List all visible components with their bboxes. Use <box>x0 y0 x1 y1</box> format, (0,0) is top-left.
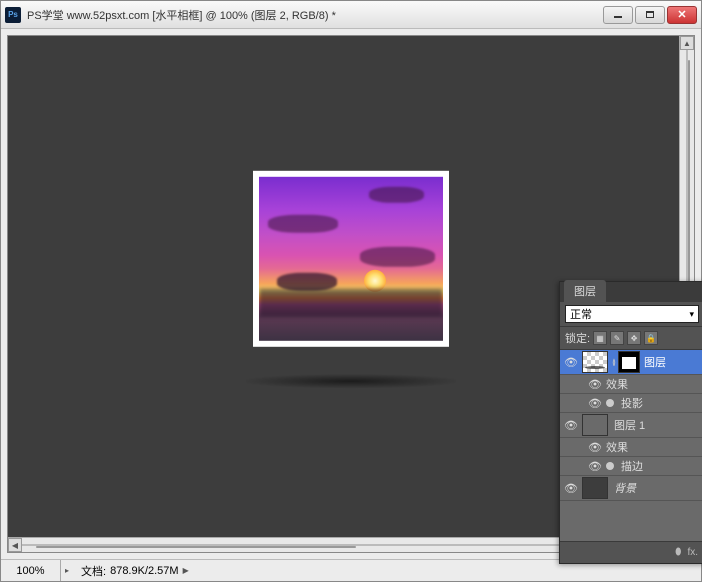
tab-layers[interactable]: 图层 <box>564 280 606 302</box>
layer-mask-thumbnail[interactable] <box>618 351 640 373</box>
layer-thumbnail[interactable] <box>582 414 608 436</box>
layer-list: 👁 ≬ 图层 👁 效果 👁 投影 👁 <box>560 350 702 541</box>
titlebar: Ps PS学堂 www.52psxt.com [水平相框] @ 100% (图层… <box>1 1 701 29</box>
visibility-icon[interactable]: 👁 <box>562 419 580 432</box>
visibility-icon[interactable]: 👁 <box>588 397 602 410</box>
effects-label: 效果 <box>606 376 628 392</box>
layer-thumbnail[interactable] <box>582 351 608 373</box>
visibility-icon[interactable]: 👁 <box>588 378 602 391</box>
layer-row-layer2[interactable]: 👁 ≬ 图层 <box>560 350 702 375</box>
link-icon[interactable]: ≬ <box>610 355 618 369</box>
layers-panel: 图层 正常 ▾ 锁定: ▦ ✎ ✥ 🔒 👁 ≬ <box>559 281 702 564</box>
cloud <box>360 247 435 267</box>
cloud <box>268 215 338 233</box>
blend-mode-select[interactable]: 正常 ▾ <box>565 305 699 323</box>
window-title: PS学堂 www.52psxt.com [水平相框] @ 100% (图层 2,… <box>27 7 336 23</box>
visibility-icon[interactable]: 👁 <box>562 356 580 369</box>
app-icon: Ps <box>5 7 21 23</box>
fx-header-row[interactable]: 👁 效果 <box>560 375 702 394</box>
fx-button[interactable]: fx. <box>687 547 698 558</box>
document-area: ◀ ▶ ▲ ▼ 图层 正常 ▾ 锁定: <box>1 29 701 559</box>
minimize-button[interactable] <box>603 6 633 24</box>
layer-row-layer1[interactable]: 👁 图层 1 <box>560 413 702 438</box>
chevron-down-icon: ▾ <box>689 309 694 320</box>
fx-name: 投影 <box>621 395 643 411</box>
visibility-icon[interactable]: 👁 <box>562 482 580 495</box>
visibility-icon[interactable]: 👁 <box>588 460 602 473</box>
doc-size: 878.9K/2.57M <box>110 565 179 577</box>
fx-name: 描边 <box>621 458 643 474</box>
lock-position-icon[interactable]: ✥ <box>627 331 641 345</box>
photo-frame <box>253 171 449 347</box>
layer-row-background[interactable]: 👁 背景 <box>560 476 702 501</box>
scroll-left-icon[interactable]: ◀ <box>8 538 22 552</box>
blend-mode-value: 正常 <box>570 306 592 322</box>
effects-label: 效果 <box>606 439 628 455</box>
drop-shadow <box>246 374 456 388</box>
visibility-icon[interactable]: 👁 <box>588 441 602 454</box>
panel-tabs: 图层 <box>560 282 702 302</box>
horizon <box>259 289 443 317</box>
document-window: Ps PS学堂 www.52psxt.com [水平相框] @ 100% (图层… <box>0 0 702 582</box>
layer-list-empty <box>560 501 702 541</box>
sunset-photo <box>259 177 443 341</box>
lock-label: 锁定: <box>565 330 590 346</box>
window-controls: ✕ <box>603 6 697 24</box>
layer-name[interactable]: 图层 <box>640 354 702 370</box>
cloud <box>369 187 424 203</box>
bullet-icon <box>606 462 614 470</box>
fx-header-row[interactable]: 👁 效果 <box>560 438 702 457</box>
h-scroll-thumb[interactable] <box>36 546 357 548</box>
close-button[interactable]: ✕ <box>667 6 697 24</box>
blend-mode-row: 正常 ▾ <box>560 302 702 327</box>
lock-all-icon[interactable]: 🔒 <box>644 331 658 345</box>
fx-item-row[interactable]: 👁 投影 <box>560 394 702 413</box>
maximize-button[interactable] <box>635 6 665 24</box>
fx-item-row[interactable]: 👁 描边 <box>560 457 702 476</box>
document-info[interactable]: 文档: 878.9K/2.57M ▶ <box>73 563 197 579</box>
panel-footer: ⬮ fx. <box>560 541 702 563</box>
link-layers-icon[interactable]: ⬮ <box>675 547 681 558</box>
doc-label: 文档: <box>81 563 106 579</box>
close-icon: ✕ <box>677 8 686 21</box>
layer-thumbnail[interactable] <box>582 477 608 499</box>
title-left: Ps PS学堂 www.52psxt.com [水平相框] @ 100% (图层… <box>5 7 336 23</box>
layer-name[interactable]: 背景 <box>610 480 702 496</box>
info-menu-icon[interactable]: ▶ <box>183 566 189 575</box>
layer-name[interactable]: 图层 1 <box>610 417 702 433</box>
lock-pixels-icon[interactable]: ✎ <box>610 331 624 345</box>
zoom-menu-icon[interactable]: ▸ <box>61 566 73 575</box>
scroll-up-icon[interactable]: ▲ <box>680 36 694 50</box>
lock-row: 锁定: ▦ ✎ ✥ 🔒 <box>560 327 702 350</box>
lock-transparency-icon[interactable]: ▦ <box>593 331 607 345</box>
bullet-icon <box>606 399 614 407</box>
zoom-level[interactable]: 100% <box>1 560 61 581</box>
